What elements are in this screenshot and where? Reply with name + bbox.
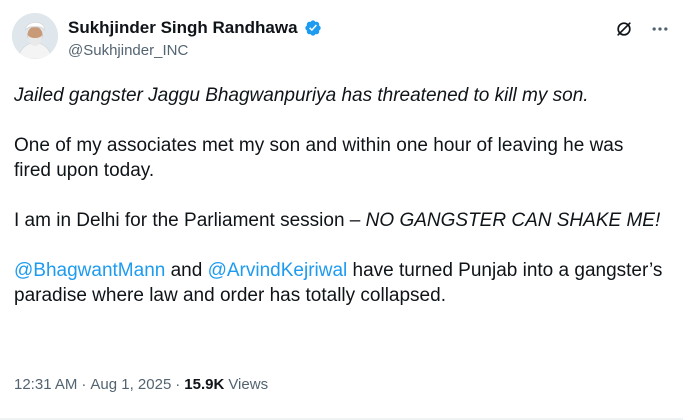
header-actions (613, 18, 671, 40)
more-icon[interactable] (649, 18, 671, 40)
tweet-meta: 12:31 AM · Aug 1, 2025 · 15.9K Views (14, 376, 268, 393)
name-block: Sukhjinder Singh Randhawa @Sukhjinder_IN… (68, 18, 322, 59)
verified-badge-icon (304, 19, 322, 37)
tweet-card: Sukhjinder Singh Randhawa @Sukhjinder_IN… (0, 0, 683, 420)
tweet-paragraph-2: One of my associates met my son and with… (14, 135, 624, 181)
avatar[interactable] (12, 13, 58, 59)
user-handle[interactable]: @Sukhjinder_INC (68, 42, 322, 59)
tweet-paragraph-4: @BhagwantMann and @ArvindKejriwal have t… (14, 258, 664, 308)
grok-icon[interactable] (613, 18, 635, 40)
meta-separator: · (81, 376, 87, 393)
avatar-image (12, 13, 58, 59)
meta-separator: · (175, 376, 181, 393)
tweet-time[interactable]: 12:31 AM (14, 376, 77, 393)
views-label: Views (228, 376, 269, 393)
tweet-header: Sukhjinder Singh Randhawa @Sukhjinder_IN… (12, 10, 671, 62)
tweet-paragraph-3-emphasis: NO GANGSTER CAN SHAKE ME! (365, 210, 661, 231)
name-row: Sukhjinder Singh Randhawa (68, 18, 322, 38)
tweet-text: Jailed gangster Jaggu Bhagwanpuriya has … (14, 83, 664, 333)
views-count: 15.9K (184, 376, 225, 393)
mention-link[interactable]: @ArvindKejriwal (208, 260, 348, 281)
mention-link[interactable]: @BhagwantMann (14, 260, 165, 281)
tweet-joiner-text: and (165, 260, 208, 281)
tweet-date[interactable]: Aug 1, 2025 (90, 376, 171, 393)
display-name[interactable]: Sukhjinder Singh Randhawa (68, 18, 298, 38)
tweet-paragraph-1: Jailed gangster Jaggu Bhagwanpuriya has … (14, 85, 589, 106)
tweet-paragraph-3-text: I am in Delhi for the Parliament session… (14, 210, 366, 231)
tweet-paragraph-3: I am in Delhi for the Parliament session… (14, 208, 664, 233)
